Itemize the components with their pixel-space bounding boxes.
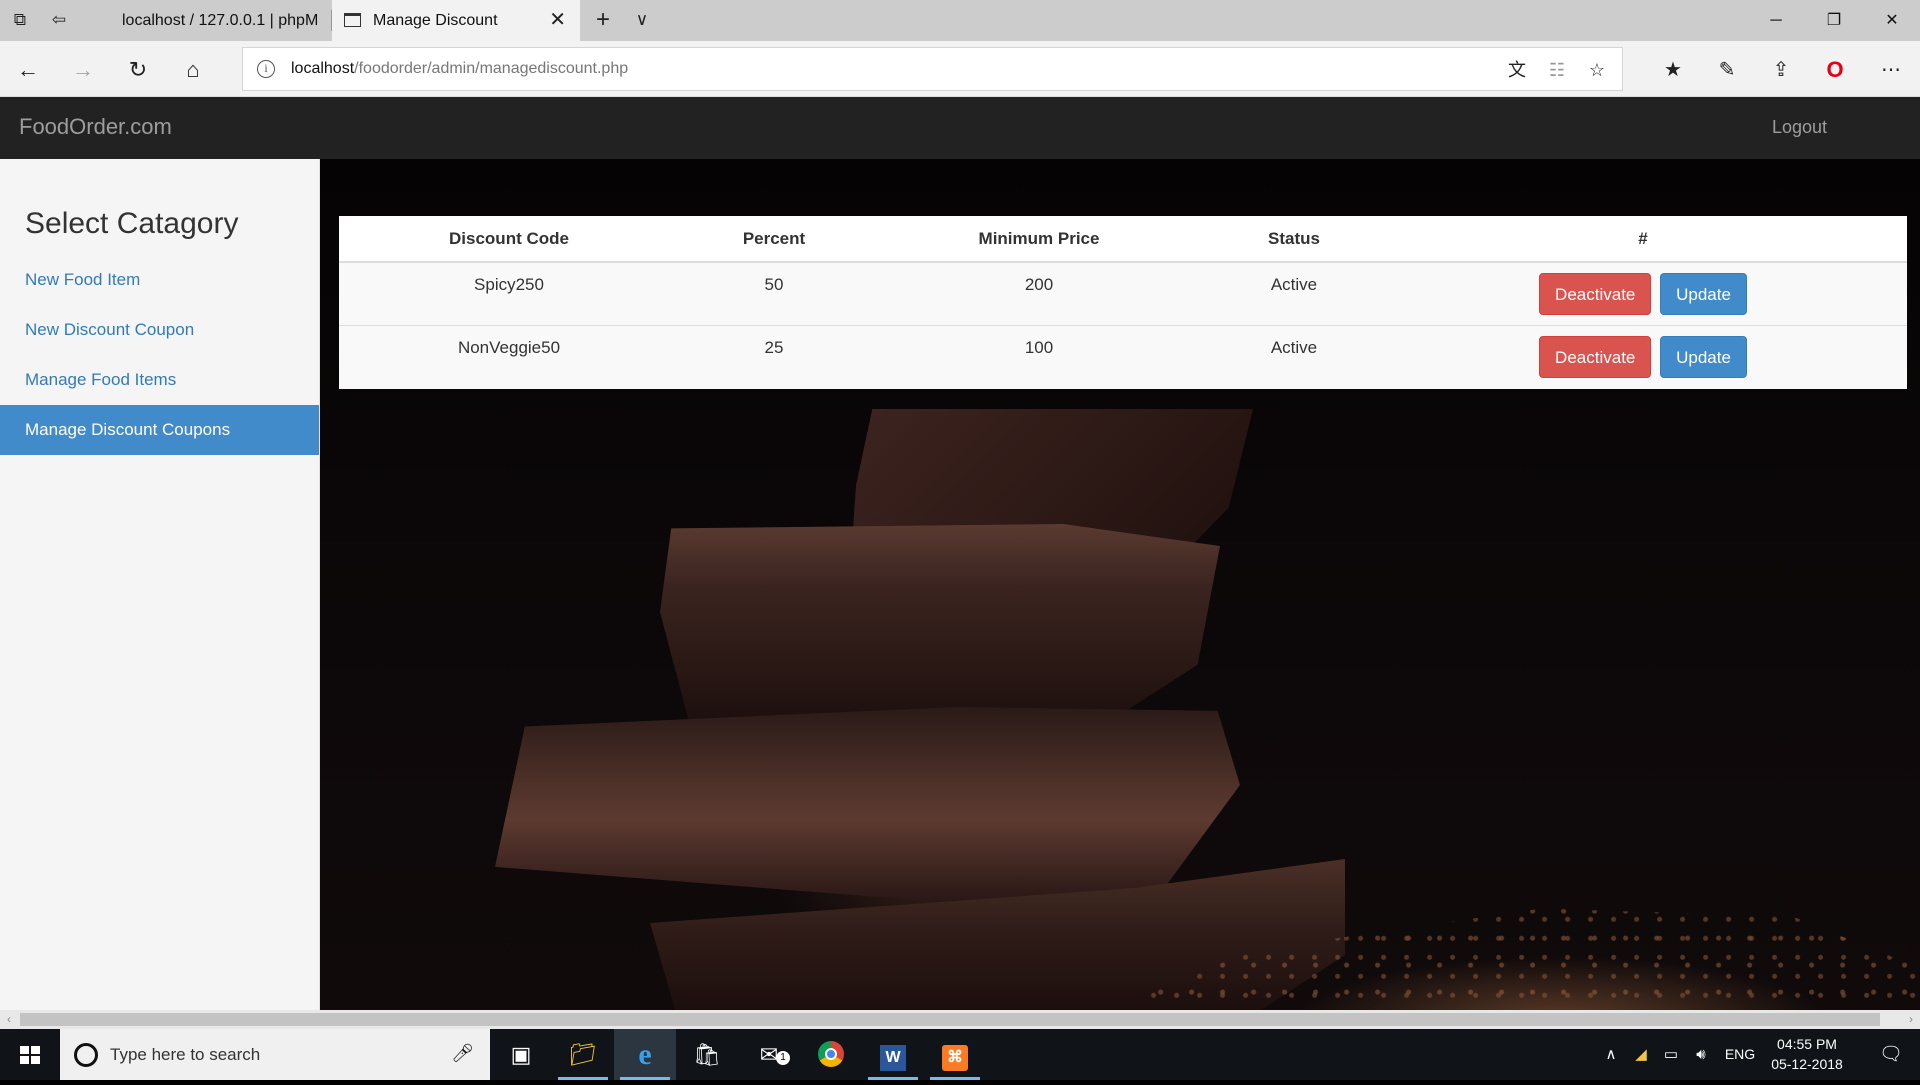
- pen-notes-icon[interactable]: ✎: [1712, 55, 1742, 85]
- windows-logo-icon: [20, 1046, 40, 1064]
- translate-icon[interactable]: 文: [1505, 58, 1529, 82]
- cell-actions: Deactivate Update: [1379, 324, 1907, 388]
- chocolate-piece: [495, 707, 1240, 902]
- url-text[interactable]: localhost/foodorder/admin/managediscount…: [291, 60, 628, 78]
- edge-browser-icon[interactable]: e: [614, 1029, 676, 1080]
- windows-taskbar: Type here to search 🎤︎ ▣ 📁︎ e 🛍︎ ✉ 1 W ⌘ …: [0, 1029, 1920, 1080]
- page-icon: [344, 13, 361, 27]
- favorite-star-icon[interactable]: ☆: [1585, 58, 1609, 82]
- battery-icon[interactable]: ▭: [1658, 1029, 1684, 1080]
- share-icon[interactable]: ⇪: [1766, 55, 1796, 85]
- url-path: /foodorder/admin/managediscount.php: [354, 60, 629, 77]
- forward-icon[interactable]: →: [68, 55, 98, 85]
- tab-phpmyadmin[interactable]: localhost / 127.0.0.1 | phpM: [82, 0, 332, 41]
- back-icon[interactable]: ←: [13, 55, 43, 85]
- scroll-right-icon[interactable]: ›: [1902, 1010, 1920, 1029]
- site-navbar: FoodOrder.com Logout: [0, 97, 1920, 159]
- cell-percent: 50: [679, 261, 869, 325]
- column-header-discount-code: Discount Code: [339, 216, 679, 263]
- logout-link[interactable]: Logout: [1772, 117, 1827, 138]
- category-sidebar: Select Catagory New Food Item New Discou…: [0, 159, 320, 1010]
- site-brand[interactable]: FoodOrder.com: [19, 114, 172, 140]
- taskbar-clock[interactable]: 04:55 PM 05-12-2018: [1768, 1034, 1846, 1074]
- browser-tab-bar: ⧉ ⇦ localhost / 127.0.0.1 | phpM Manage …: [0, 0, 1920, 41]
- favorites-list-icon[interactable]: ★: [1658, 55, 1688, 85]
- set-aside-tabs-icon[interactable]: ⇦: [47, 8, 71, 32]
- scroll-left-icon[interactable]: ‹: [0, 1010, 18, 1029]
- sidebar-item-new-discount-coupon[interactable]: New Discount Coupon: [0, 305, 319, 355]
- scrollbar-thumb[interactable]: [20, 1013, 1880, 1026]
- tab-title: Manage Discount: [373, 12, 498, 29]
- tab-manage-discount[interactable]: Manage Discount ✕: [332, 0, 580, 41]
- refresh-icon[interactable]: ↻: [123, 55, 153, 85]
- cell-status: Active: [1209, 261, 1379, 325]
- discount-table: Discount Code Percent Minimum Price Stat…: [339, 216, 1907, 388]
- sidebar-title: Select Catagory: [25, 207, 239, 240]
- minimize-button[interactable]: ─: [1748, 0, 1804, 41]
- deactivate-button[interactable]: Deactivate: [1539, 273, 1652, 315]
- browser-address-bar: ← → ↻ ⌂ i localhost/foodorder/admin/mana…: [0, 41, 1920, 97]
- clock-time: 04:55 PM: [1777, 1036, 1837, 1052]
- show-hidden-icons-icon[interactable]: ∧: [1598, 1029, 1624, 1080]
- cell-actions: Deactivate Update: [1379, 261, 1907, 325]
- search-placeholder: Type here to search: [110, 1045, 261, 1064]
- more-menu-icon[interactable]: ⋯: [1876, 55, 1906, 85]
- taskbar-search-box[interactable]: Type here to search 🎤︎: [60, 1029, 490, 1080]
- network-icon[interactable]: ◢: [1628, 1029, 1654, 1080]
- update-button[interactable]: Update: [1660, 335, 1747, 378]
- close-window-button[interactable]: ✕: [1864, 0, 1920, 41]
- cell-minimum-price: 200: [869, 261, 1209, 325]
- discount-table-panel: Discount Code Percent Minimum Price Stat…: [339, 216, 1907, 389]
- home-icon[interactable]: ⌂: [178, 55, 208, 85]
- start-button[interactable]: [0, 1029, 60, 1080]
- sidebar-item-manage-discount-coupons[interactable]: Manage Discount Coupons: [0, 405, 319, 455]
- tab-preview-chevron-icon[interactable]: ∨: [630, 8, 654, 32]
- reading-view-icon[interactable]: ☷: [1545, 58, 1569, 82]
- tab-title: localhost / 127.0.0.1 | phpM: [122, 12, 319, 29]
- language-indicator[interactable]: ENG: [1722, 1029, 1758, 1080]
- url-field[interactable]: i localhost/foodorder/admin/managediscou…: [242, 47, 1623, 91]
- tab-manager-icon[interactable]: ⧉: [8, 8, 32, 32]
- deactivate-button[interactable]: Deactivate: [1539, 335, 1652, 378]
- microphone-icon[interactable]: 🎤︎: [451, 1043, 474, 1064]
- cell-minimum-price: 100: [869, 324, 1209, 388]
- clock-date: 05-12-2018: [1771, 1056, 1843, 1072]
- column-header-actions: #: [1379, 216, 1907, 263]
- cell-discount-code: Spicy250: [339, 261, 679, 325]
- restore-button[interactable]: ❐: [1806, 0, 1862, 41]
- mail-badge: 1: [776, 1051, 790, 1065]
- xampp-icon[interactable]: ⌘: [924, 1029, 986, 1080]
- cell-discount-code: NonVeggie50: [339, 324, 679, 388]
- site-info-icon[interactable]: i: [257, 60, 275, 78]
- store-icon[interactable]: 🛍︎: [676, 1029, 738, 1080]
- cell-percent: 25: [679, 324, 869, 388]
- column-header-minimum-price: Minimum Price: [869, 216, 1209, 263]
- action-center-icon[interactable]: 🗨︎: [1862, 1029, 1920, 1080]
- sidebar-item-new-food-item[interactable]: New Food Item: [0, 255, 319, 305]
- file-explorer-icon[interactable]: 📁︎: [552, 1029, 614, 1080]
- word-icon[interactable]: W: [862, 1029, 924, 1080]
- column-header-status: Status: [1209, 216, 1379, 263]
- cell-status: Active: [1209, 324, 1379, 388]
- volume-icon[interactable]: 🔊︎: [1688, 1029, 1714, 1080]
- new-tab-icon[interactable]: +: [591, 8, 615, 32]
- chrome-icon[interactable]: [800, 1029, 862, 1080]
- table-row: NonVeggie50 25 100 Active Deactivate Upd…: [339, 324, 1907, 388]
- table-row: Spicy250 50 200 Active Deactivate Update: [339, 261, 1907, 325]
- column-header-percent: Percent: [679, 216, 869, 263]
- close-tab-icon[interactable]: ✕: [549, 0, 566, 41]
- task-view-icon[interactable]: ▣: [490, 1029, 552, 1080]
- update-button[interactable]: Update: [1660, 273, 1747, 315]
- mail-icon[interactable]: ✉ 1: [738, 1029, 800, 1080]
- url-host: localhost: [291, 60, 355, 77]
- sidebar-item-manage-food-items[interactable]: Manage Food Items: [0, 355, 319, 405]
- opera-extension-icon[interactable]: O: [1820, 55, 1850, 85]
- table-header-row: Discount Code Percent Minimum Price Stat…: [339, 216, 1907, 263]
- horizontal-scrollbar[interactable]: ‹ ›: [0, 1010, 1920, 1029]
- cortana-icon: [74, 1043, 98, 1067]
